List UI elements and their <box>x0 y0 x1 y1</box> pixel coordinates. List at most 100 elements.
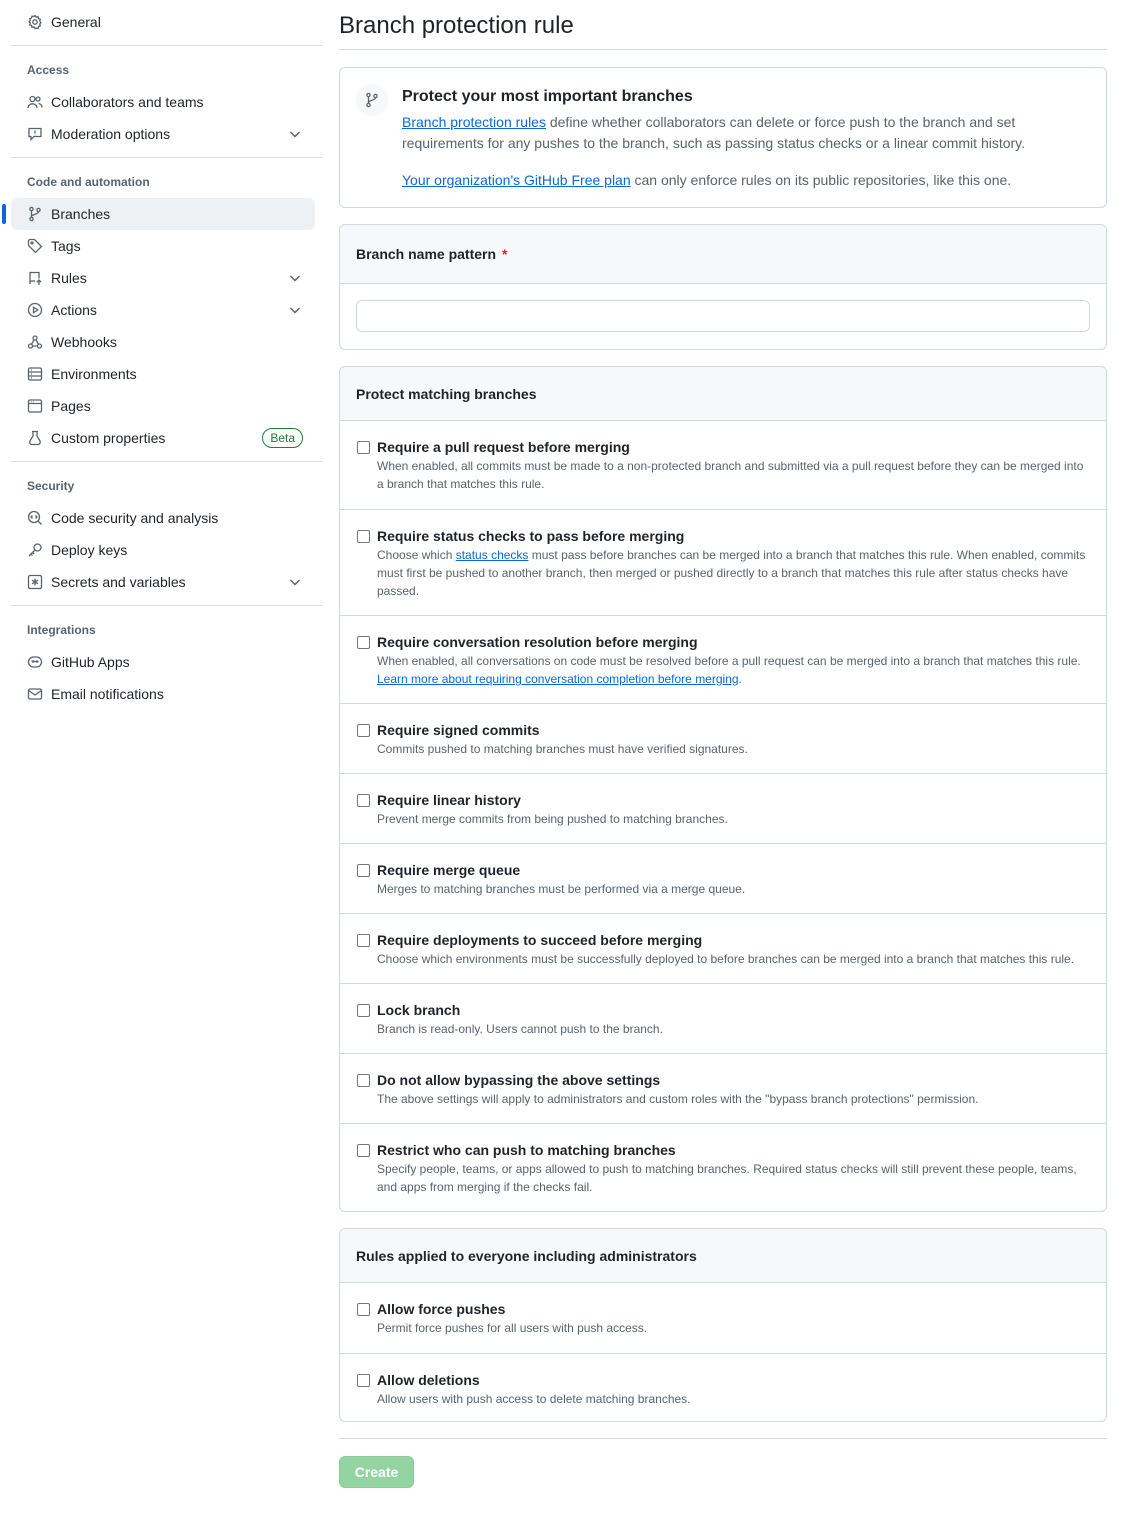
rule-row-no-bypass: Do not allow bypassing the above setting… <box>340 1053 1106 1123</box>
rule-text: Require conversation resolution before m… <box>377 632 1081 703</box>
rule-text: Require deployments to succeed before me… <box>377 930 1074 983</box>
rule-title: Require deployments to succeed before me… <box>377 932 703 948</box>
everyone-rules-box: Rules applied to everyone including admi… <box>339 1228 1107 1422</box>
rule-checkbox-no-bypass[interactable] <box>357 1074 370 1087</box>
branch-name-pattern-input[interactable] <box>356 300 1090 332</box>
nav-group-code: Code and automation Branches Tags Rules <box>2 166 323 462</box>
repo-push-icon <box>27 270 43 286</box>
sidebar-item-custom-properties[interactable]: Custom properties Beta <box>11 422 315 454</box>
sidebar-item-label: Environments <box>51 366 137 382</box>
rule-title: Require status checks to pass before mer… <box>377 528 685 544</box>
sidebar-item-webhooks[interactable]: Webhooks <box>11 326 315 358</box>
rule-title: Require merge queue <box>377 862 521 878</box>
tag-icon <box>27 238 43 254</box>
rule-row-deployments: Require deployments to succeed before me… <box>340 913 1106 983</box>
chevron-down-icon[interactable] <box>287 126 303 142</box>
rule-text: Require signed commits Commits pushed to… <box>377 720 748 773</box>
branch-name-pattern-box: Branch name pattern * <box>339 224 1107 350</box>
rule-row-force-pushes: Allow force pushes Permit force pushes f… <box>340 1283 1106 1353</box>
sidebar-item-email-notifications[interactable]: Email notifications <box>11 678 315 710</box>
rule-title: Allow force pushes <box>377 1301 506 1317</box>
intro-plan-body: can only enforce rules on its public rep… <box>630 172 1012 188</box>
page-title: Branch protection rule <box>339 0 1107 50</box>
sidebar-item-general[interactable]: General <box>11 6 315 38</box>
git-branch-icon <box>27 206 43 222</box>
sidebar-item-label: Tags <box>51 238 81 254</box>
rule-checkbox-deletions[interactable] <box>357 1374 370 1387</box>
rule-desc: Commits pushed to matching branches must… <box>377 742 748 756</box>
sidebar-item-deploy-keys[interactable]: Deploy keys <box>11 534 315 566</box>
form-footer: Create <box>339 1438 1107 1488</box>
chevron-down-icon[interactable] <box>287 302 303 318</box>
asterisk-icon <box>27 574 43 590</box>
rule-title: Restrict who can push to matching branch… <box>377 1142 676 1158</box>
sidebar-item-github-apps[interactable]: GitHub Apps <box>11 646 315 678</box>
rule-desc: The above settings will apply to adminis… <box>377 1092 979 1106</box>
chevron-down-icon[interactable] <box>287 270 303 286</box>
protect-matching-branches-header: Protect matching branches <box>340 367 1106 421</box>
branch-name-pattern-label: Branch name pattern <box>356 246 497 262</box>
rule-text: Require a pull request before merging Wh… <box>377 437 1090 509</box>
rule-row-linear-history: Require linear history Prevent merge com… <box>340 773 1106 843</box>
rule-desc: Choose which status checks must pass bef… <box>377 546 1090 600</box>
rule-checkbox-pull-request[interactable] <box>357 441 370 454</box>
rule-checkbox-restrict-push[interactable] <box>357 1144 370 1157</box>
nav-group-integrations: Integrations GitHub Apps Email notificat… <box>11 614 323 717</box>
rule-checkbox-force-pushes[interactable] <box>357 1303 370 1316</box>
browser-icon <box>27 398 43 414</box>
intro-box: Protect your most important branches Bra… <box>339 67 1107 208</box>
rule-checkbox-signed-commits[interactable] <box>357 724 370 737</box>
free-plan-link[interactable]: Your organization's GitHub Free plan <box>402 172 631 188</box>
rule-checkbox-deployments[interactable] <box>357 934 370 947</box>
rule-desc: When enabled, all conversations on code … <box>377 652 1081 688</box>
rule-desc: Merges to matching branches must be perf… <box>377 882 746 896</box>
main-content: Branch protection rule Protect your most… <box>339 0 1107 1422</box>
hubot-icon <box>27 654 43 670</box>
conversation-completion-link[interactable]: Learn more about requiring conversation … <box>377 672 739 686</box>
rule-checkbox-conversation-resolution[interactable] <box>357 636 370 649</box>
create-button[interactable]: Create <box>339 1456 414 1488</box>
branch-protection-rules-link[interactable]: Branch protection rules <box>402 114 546 130</box>
sidebar-item-rules[interactable]: Rules <box>11 262 315 294</box>
rule-desc: Branch is read-only. Users cannot push t… <box>377 1022 663 1036</box>
sidebar-item-label: GitHub Apps <box>51 654 130 670</box>
sidebar-item-collaborators[interactable]: Collaborators and teams <box>11 86 315 118</box>
status-checks-link[interactable]: status checks <box>456 548 529 562</box>
protect-matching-branches-box: Protect matching branches Require a pull… <box>339 366 1107 1212</box>
sidebar-item-label: Code security and analysis <box>51 510 219 526</box>
rule-text: Restrict who can push to matching branch… <box>377 1140 1090 1211</box>
rule-title: Require a pull request before merging <box>377 439 630 455</box>
sidebar-item-label: Rules <box>51 270 87 286</box>
rule-title: Require signed commits <box>377 722 540 738</box>
sidebar-item-branches[interactable]: Branches <box>2 198 315 230</box>
sidebar-item-pages[interactable]: Pages <box>11 390 315 422</box>
sidebar-item-tags[interactable]: Tags <box>11 230 315 262</box>
sidebar-item-label: Secrets and variables <box>51 574 186 590</box>
sidebar-item-code-security[interactable]: Code security and analysis <box>11 502 315 534</box>
sidebar-item-environments[interactable]: Environments <box>11 358 315 390</box>
sidebar-item-moderation[interactable]: Moderation options <box>11 118 315 150</box>
rule-title: Do not allow bypassing the above setting… <box>377 1072 661 1088</box>
sidebar-item-label: General <box>51 14 101 30</box>
sidebar-item-label: Email notifications <box>51 686 164 702</box>
rule-text: Allow force pushes Permit force pushes f… <box>377 1299 647 1353</box>
note-icon <box>27 430 43 446</box>
sidebar-item-secrets[interactable]: Secrets and variables <box>11 566 315 598</box>
beta-badge: Beta <box>262 428 303 448</box>
rule-checkbox-status-checks[interactable] <box>357 530 370 543</box>
rule-desc-body: When enabled, all conversations on code … <box>377 654 1081 668</box>
sidebar-item-actions[interactable]: Actions <box>11 294 315 326</box>
rule-checkbox-linear-history[interactable] <box>357 794 370 807</box>
chevron-down-icon[interactable] <box>287 574 303 590</box>
rule-checkbox-merge-queue[interactable] <box>357 864 370 877</box>
server-icon <box>27 366 43 382</box>
nav-group-access: Access Collaborators and teams Moderatio… <box>11 54 323 158</box>
mail-icon <box>27 686 43 702</box>
intro-plan-text: Your organization's GitHub Free plan can… <box>402 170 1090 191</box>
rule-text: Require linear history Prevent merge com… <box>377 790 728 843</box>
rule-title: Lock branch <box>377 1002 461 1018</box>
rule-checkbox-lock-branch[interactable] <box>357 1004 370 1017</box>
rule-title: Require conversation resolution before m… <box>377 634 698 650</box>
rule-desc: Choose which environments must be succes… <box>377 952 1075 966</box>
rule-row-deletions: Allow deletions Allow users with push ac… <box>340 1353 1106 1421</box>
